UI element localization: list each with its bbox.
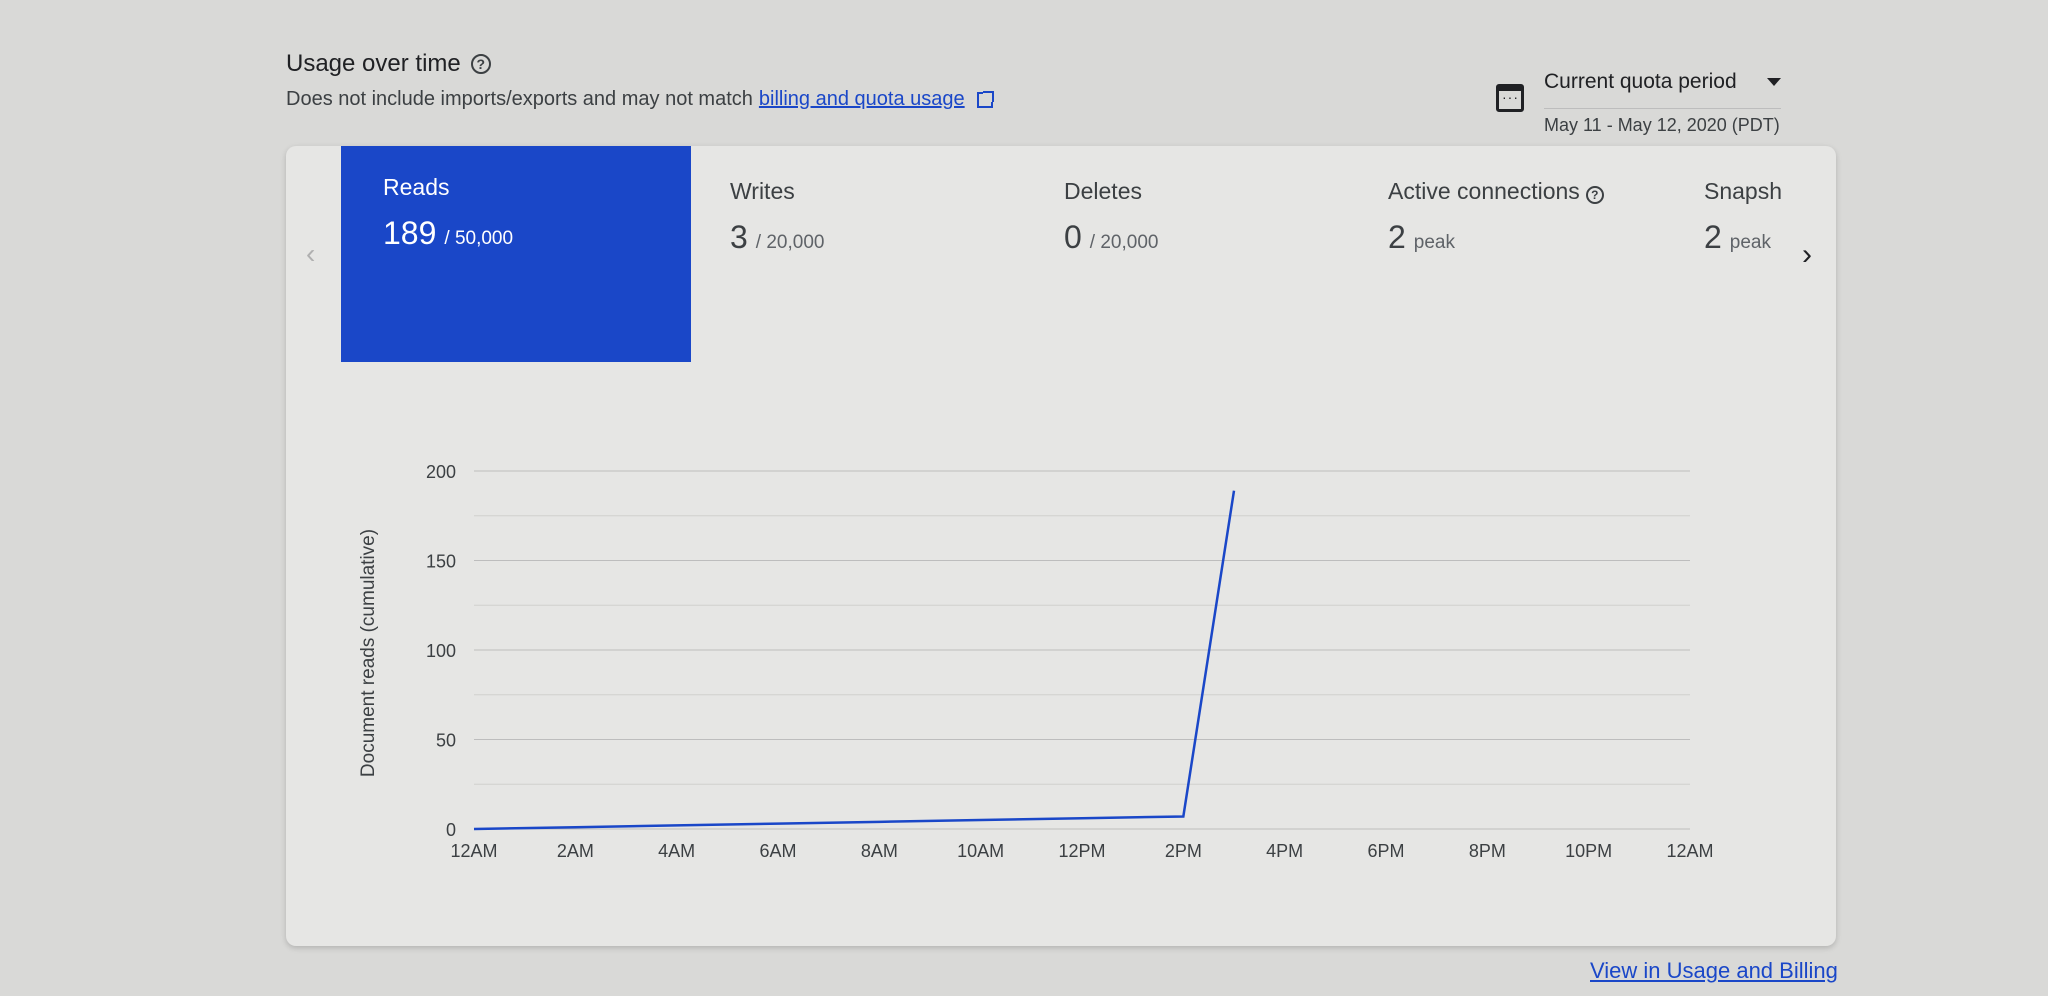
x-tick-label: 12AM [1666, 841, 1713, 861]
page-title: Usage over time [286, 50, 461, 77]
reads-line-chart: 200 150 100 50 0 12AM 2AM 4AM 6AM 8AM 10AM 12PM 2PM… [358, 462, 1714, 861]
x-tick-label: 2AM [557, 841, 594, 861]
usage-billing-link[interactable]: View in Usage and Billing [1590, 958, 1838, 984]
quota-period-selector: Current quota period May 11 - May 12, 20… [1496, 70, 1781, 136]
x-tick-label: 6AM [759, 841, 796, 861]
calendar-icon [1496, 84, 1524, 112]
subtitle: Does not include imports/exports and may… [286, 88, 994, 111]
x-tick-label: 2PM [1165, 841, 1202, 861]
x-tick-label: 4PM [1266, 841, 1303, 861]
y-tick-label: 100 [426, 641, 456, 661]
x-tick-label: 10AM [957, 841, 1004, 861]
x-tick-label: 6PM [1367, 841, 1404, 861]
reads-series-line [473, 490, 1236, 831]
title-row: Usage over time ? [286, 50, 993, 78]
chart-y-axis-label: Document reads (cumulative) [358, 529, 379, 777]
chart-y-ticks: 200 150 100 50 0 [426, 462, 456, 840]
chart-x-ticks: 12AM 2AM 4AM 6AM 8AM 10AM 12PM 2PM 4PM 6PM 8PM 10PM… [450, 841, 1713, 861]
x-tick-label: 8PM [1469, 841, 1506, 861]
x-tick-label: 12PM [1058, 841, 1105, 861]
usage-header: Usage over time ? Does not include impor… [286, 50, 994, 111]
chart-series [473, 490, 1236, 831]
help-icon[interactable]: ? [470, 54, 491, 74]
subtitle-text: Does not include imports/exports and may… [286, 88, 753, 110]
period-text: Current quota period May 11 - May 12, 20… [1544, 70, 1781, 136]
x-tick-label: 8AM [861, 841, 898, 861]
x-tick-label: 4AM [658, 841, 695, 861]
external-link-icon[interactable] [976, 90, 994, 108]
period-range: May 11 - May 12, 2020 (PDT) [1544, 108, 1781, 136]
period-selected: Current quota period [1544, 70, 1737, 93]
caret-down-icon [1766, 78, 1781, 86]
y-tick-label: 200 [426, 462, 456, 482]
y-tick-label: 150 [426, 552, 456, 572]
usage-card: ‹ Reads 189 / 50,000 Writes 3 / 20,000 D… [286, 146, 1836, 946]
y-tick-label: 0 [446, 820, 456, 840]
chart-gridlines [474, 470, 1690, 830]
period-dropdown[interactable]: Current quota period [1544, 70, 1781, 94]
y-tick-label: 50 [436, 731, 456, 751]
billing-quota-link[interactable]: billing and quota usage [759, 88, 965, 111]
x-tick-label: 10PM [1565, 841, 1612, 861]
x-tick-label: 12AM [450, 841, 497, 861]
